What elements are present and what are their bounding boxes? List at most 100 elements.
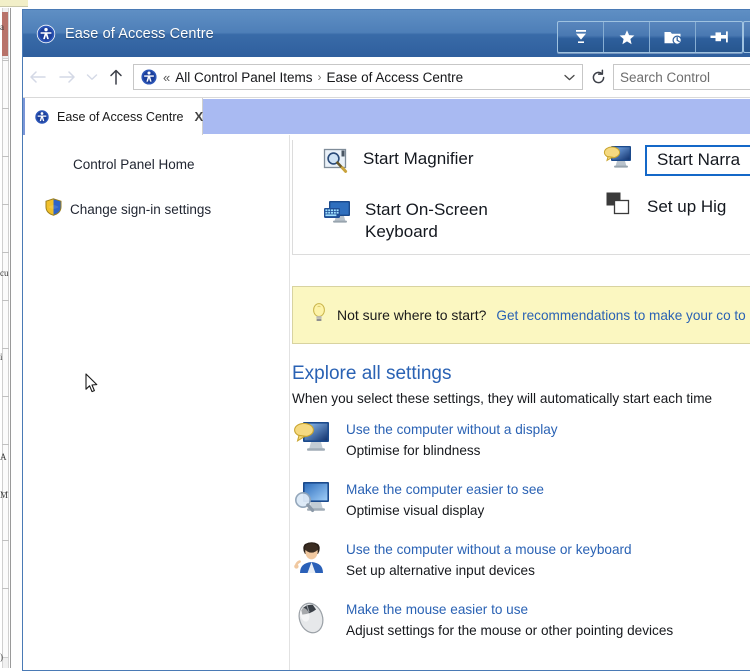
- downloads-icon: [572, 29, 590, 45]
- monitor-magnifier-icon: [292, 479, 332, 519]
- monitor-no-display-icon: [292, 419, 332, 459]
- background-tick: [2, 156, 9, 157]
- explore-all-settings-heading: Explore all settings: [292, 363, 452, 384]
- mouse-icon: [292, 599, 332, 639]
- chevron-down-icon: [86, 74, 98, 80]
- onscreen-keyboard-icon: [323, 199, 353, 232]
- setting-make-computer-easier-to-see[interactable]: Make the computer easier to see Optimise…: [292, 479, 750, 522]
- setting-link[interactable]: Make the mouse easier to use: [346, 600, 673, 620]
- explore-all-settings-subtitle: When you select these settings, they wil…: [292, 391, 713, 406]
- back-button[interactable]: [23, 62, 52, 92]
- background-tick: [2, 252, 9, 253]
- quick-action-label: Start Narra: [645, 145, 750, 176]
- favourites-star-icon: [618, 29, 636, 46]
- setting-description: Optimise for blindness: [346, 443, 481, 458]
- sidebar-item-control-panel-home[interactable]: Control Panel Home: [73, 157, 195, 172]
- content-pane: Start Magnifier Start On-Screen Keyboard…: [290, 135, 750, 670]
- setting-description: Adjust settings for the mouse or other p…: [346, 623, 674, 638]
- refresh-button[interactable]: [583, 64, 613, 90]
- quick-action-start-magnifier[interactable]: Start Magnifier: [323, 148, 488, 179]
- sidebar: Control Panel Home Change sign-in settin…: [23, 135, 290, 670]
- setting-link[interactable]: Use the computer without a mouse or keyb…: [346, 540, 632, 560]
- tab-strip-empty-area[interactable]: [203, 99, 750, 134]
- breadcrumb-separator: ›: [317, 70, 322, 84]
- refresh-icon: [592, 69, 604, 83]
- window-title-group: Ease of Access Centre: [36, 24, 214, 44]
- narrator-monitor-icon: [603, 144, 633, 177]
- lightbulb-icon: [311, 301, 327, 330]
- person-icon: [292, 539, 332, 579]
- search-input[interactable]: Search Control: [613, 64, 750, 90]
- background-tick: [2, 108, 9, 109]
- pin-button[interactable]: [696, 22, 742, 52]
- background-yellow-strip: [0, 0, 28, 7]
- address-dropdown-button[interactable]: [557, 64, 583, 90]
- breadcrumb-ease-of-access-centre[interactable]: Ease of Access Centre: [327, 70, 464, 85]
- window-title: Ease of Access Centre: [65, 26, 214, 42]
- high-contrast-icon: [605, 191, 635, 222]
- breadcrumb-all-control-panel-items[interactable]: All Control Panel Items: [175, 70, 312, 85]
- magnifier-icon: [323, 148, 351, 179]
- address-breadcrumb-box[interactable]: « All Control Panel Items › Ease of Acce…: [133, 64, 557, 90]
- tab-strip: Ease of Access Centre X: [23, 98, 750, 135]
- setting-make-mouse-easier-to-use[interactable]: Make the mouse easier to use Adjust sett…: [292, 599, 750, 642]
- setting-use-computer-without-display[interactable]: Use the computer without a display Optim…: [292, 419, 750, 462]
- shield-icon: [45, 198, 62, 221]
- arrow-left-icon: [29, 71, 46, 83]
- window-titlebar: Ease of Access Centre: [23, 10, 750, 57]
- tab-ease-of-access-centre[interactable]: Ease of Access Centre X: [23, 98, 203, 135]
- titlebar-toolbar: [557, 21, 743, 53]
- quick-action-label: Start On-Screen Keyboard: [365, 200, 488, 241]
- downloads-button[interactable]: [558, 22, 604, 52]
- history-button[interactable]: [650, 22, 696, 52]
- explorer-window: Ease of Access Centre « All Control Pane…: [22, 9, 750, 671]
- background-tick: [2, 396, 9, 397]
- background-tick: [2, 300, 9, 301]
- titlebar-toolbar-overflow[interactable]: [743, 21, 750, 53]
- ease-of-access-icon: [36, 24, 56, 44]
- quick-action-start-on-screen-keyboard[interactable]: Start On-Screen Keyboard: [323, 199, 488, 243]
- quick-action-label: Set up Hig: [647, 196, 727, 216]
- tab-label: Ease of Access Centre: [57, 109, 184, 124]
- quick-actions-panel: Start Magnifier Start On-Screen Keyboard…: [292, 140, 750, 255]
- history-folder-clock-icon: [663, 29, 683, 46]
- background-divider: [10, 8, 11, 668]
- setting-description: Set up alternative input devices: [346, 563, 535, 578]
- chevron-down-icon: [564, 74, 575, 80]
- sidebar-item-change-sign-in-settings[interactable]: Change sign-in settings: [45, 198, 289, 221]
- setting-use-computer-without-mouse-or-keyboard[interactable]: Use the computer without a mouse or keyb…: [292, 539, 750, 582]
- recommendation-question: Not sure where to start?: [337, 307, 487, 323]
- quick-action-set-up-high-contrast[interactable]: Set up Hig: [603, 191, 750, 222]
- breadcrumb-overflow[interactable]: «: [163, 70, 170, 85]
- background-tick: [2, 540, 9, 541]
- recent-locations-button[interactable]: [81, 62, 103, 92]
- background-tick: [2, 444, 9, 445]
- arrow-right-icon: [58, 71, 75, 83]
- up-button[interactable]: [103, 62, 129, 92]
- pin-icon: [709, 30, 729, 45]
- background-tick: [2, 588, 9, 589]
- background-red-marker: [2, 12, 8, 56]
- background-tick: [2, 60, 9, 61]
- setting-link[interactable]: Make the computer easier to see: [346, 480, 544, 500]
- favourites-button[interactable]: [604, 22, 650, 52]
- window-body: Control Panel Home Change sign-in settin…: [23, 135, 750, 670]
- settings-list: Use the computer without a display Optim…: [292, 419, 750, 659]
- quick-action-start-narrator[interactable]: Start Narra: [603, 144, 750, 177]
- ease-of-access-icon: [34, 109, 50, 125]
- setting-description: Optimise visual display: [346, 503, 485, 518]
- recommendation-link[interactable]: Get recommendations to make your co to u…: [496, 306, 750, 325]
- arrow-up-icon: [110, 69, 122, 85]
- address-bar: « All Control Panel Items › Ease of Acce…: [23, 57, 750, 98]
- forward-button[interactable]: [52, 62, 81, 92]
- quick-action-label: Start Magnifier: [363, 149, 474, 168]
- background-tick: [2, 204, 9, 205]
- recommendation-banner: Not sure where to start? Get recommendat…: [292, 286, 750, 344]
- mouse-cursor: [85, 373, 99, 398]
- ease-of-access-icon: [140, 68, 158, 86]
- tab-close-button[interactable]: X: [194, 109, 203, 124]
- background-tick: [2, 348, 9, 349]
- sidebar-item-label: Change sign-in settings: [70, 202, 212, 217]
- setting-link[interactable]: Use the computer without a display: [346, 420, 558, 440]
- search-placeholder: Search Control: [620, 69, 711, 85]
